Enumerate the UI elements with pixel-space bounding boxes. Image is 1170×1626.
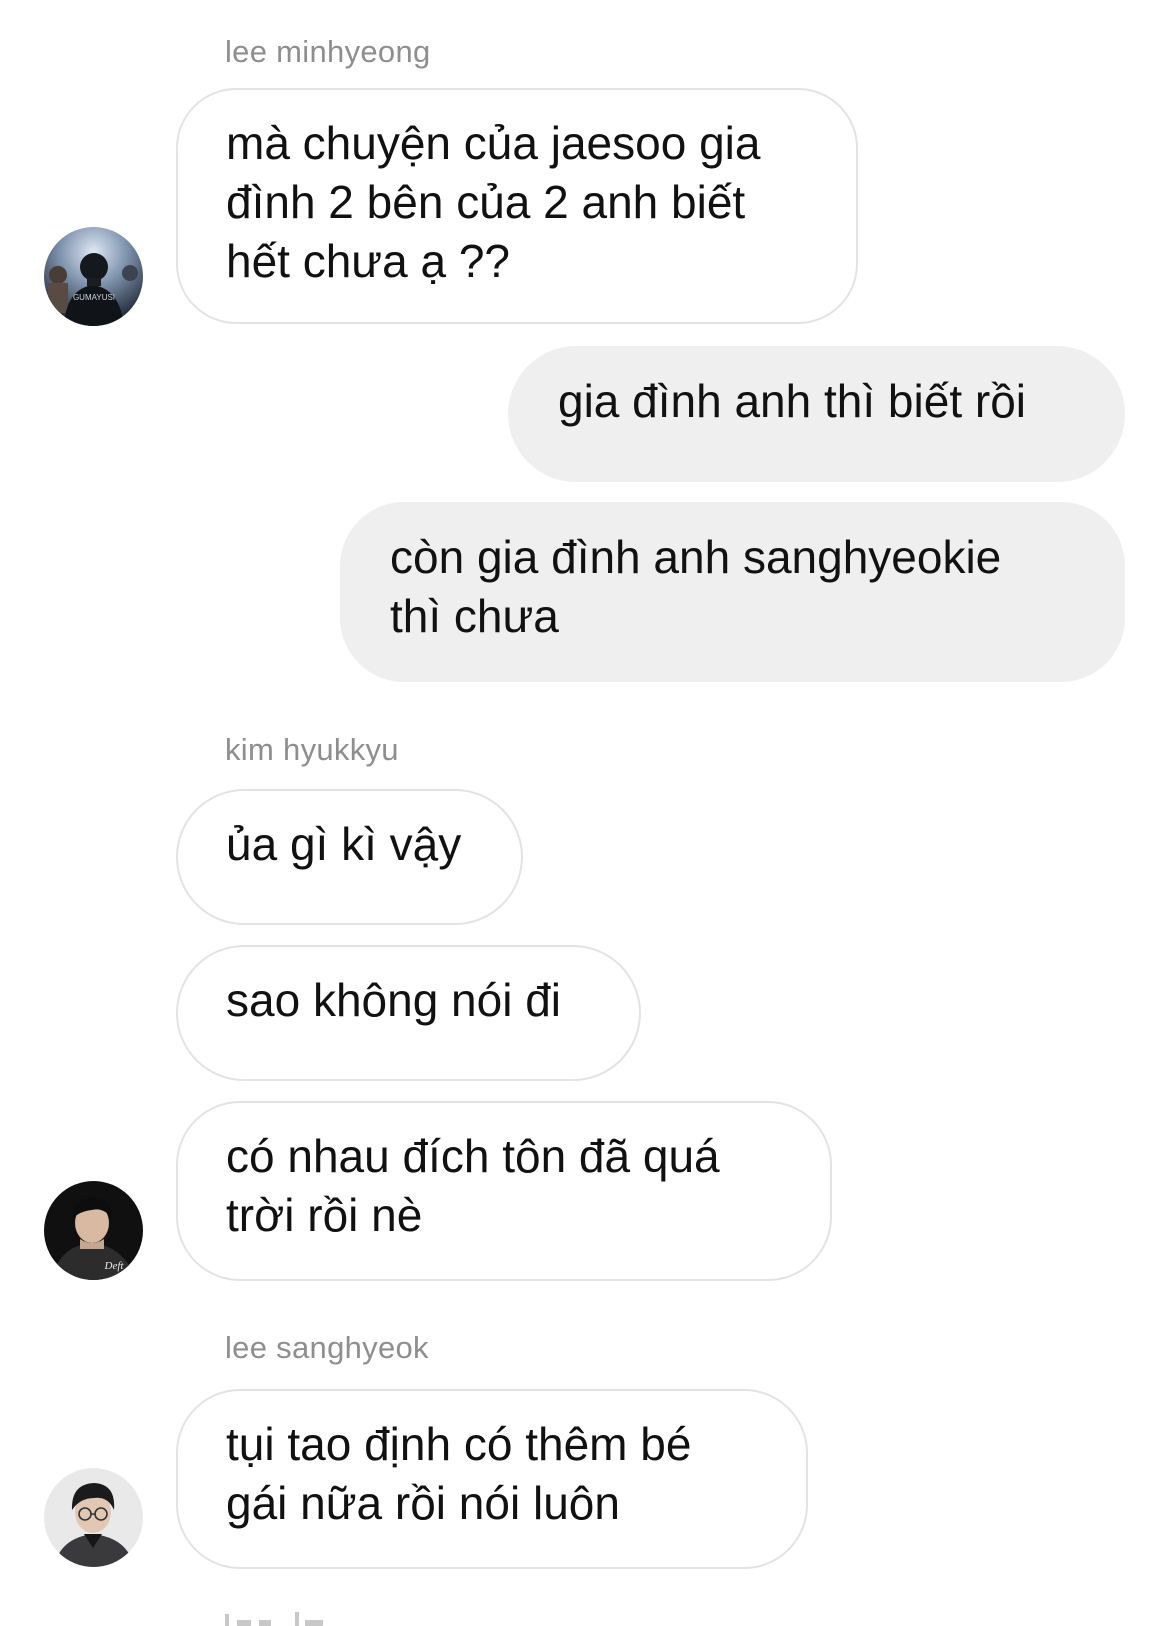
sender-name-kim-hyukkyu: kim hyukkyu: [225, 732, 399, 767]
sender-name-lee-sanghyeok: lee sanghyeok: [225, 1330, 429, 1365]
message-bubble-received[interactable]: mà chuyện của jaesoo gia đình 2 bên của …: [176, 88, 858, 324]
avatar-lee-minhyeong[interactable]: GUMAYUSI: [44, 227, 143, 326]
avatar-lee-sanghyeok[interactable]: [44, 1468, 143, 1567]
avatar-gumayusi-image: GUMAYUSI: [44, 227, 143, 326]
message-bubble-sent[interactable]: còn gia đình anh sanghyeokie thì chưa: [340, 502, 1125, 682]
message-bubble-received[interactable]: tụi tao định có thêm bé gái nữa rồi nói …: [176, 1389, 808, 1569]
message-bubble-sent[interactable]: gia đình anh thì biết rồi: [508, 346, 1125, 482]
sender-name-lee-minhyeong: lee minhyeong: [225, 34, 431, 69]
partial-sender-name: [225, 1608, 335, 1626]
avatar-kim-hyukkyu[interactable]: Deft: [44, 1181, 143, 1280]
avatar-deft-image: Deft: [44, 1181, 143, 1280]
message-bubble-received[interactable]: sao không nói đi: [176, 945, 641, 1081]
jersey-text: GUMAYUSI: [73, 293, 115, 302]
message-bubble-received[interactable]: ủa gì kì vậy: [176, 789, 523, 925]
avatar-faker-image: [44, 1468, 143, 1567]
jersey-text: Deft: [104, 1260, 125, 1272]
message-bubble-received[interactable]: có nhau đích tôn đã quá trời rồi nè: [176, 1101, 832, 1281]
